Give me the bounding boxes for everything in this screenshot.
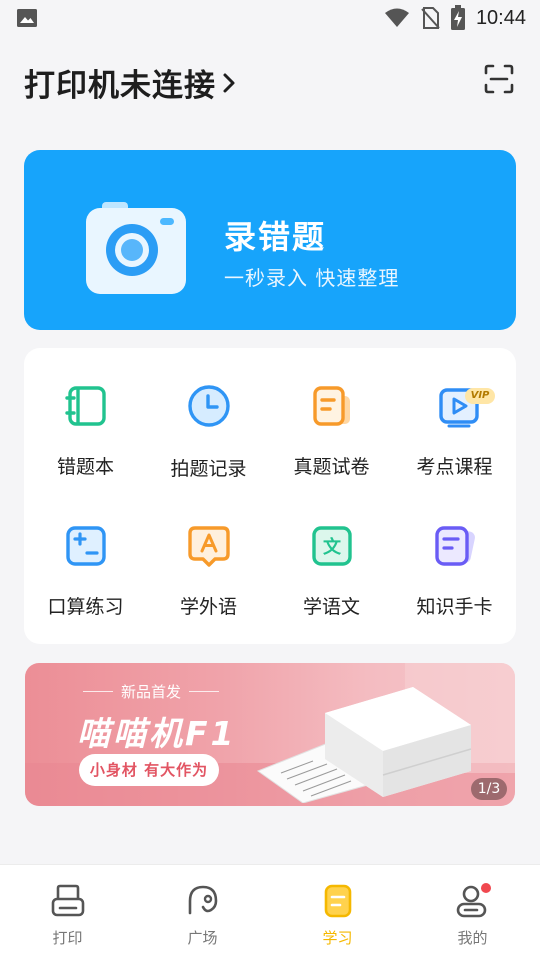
battery-charging-icon <box>450 5 465 30</box>
feature-foreign-language[interactable]: 学外语 <box>147 488 270 618</box>
tab-study[interactable]: 学习 <box>270 865 405 960</box>
banner-page-indicator: 1/3 <box>471 778 507 800</box>
banner-title: 喵喵机F1 <box>77 714 237 753</box>
chevron-right-icon <box>223 73 235 92</box>
record-mistakes-card[interactable]: 录错题 一秒录入 快速整理 <box>24 150 516 330</box>
scan-icon[interactable] <box>484 64 514 94</box>
status-bar: 10:44 <box>0 0 540 36</box>
notebook-icon <box>65 386 106 426</box>
image-notification-icon <box>17 9 37 27</box>
printer-icon <box>51 884 85 917</box>
notification-dot <box>481 883 491 893</box>
svg-text:文: 文 <box>323 536 342 558</box>
clock-icon <box>188 385 230 427</box>
promo-banner[interactable]: 新品首发 喵喵机F1 小身材 有大作为 1/3 <box>25 663 515 806</box>
hero-title: 录错题 <box>224 218 327 256</box>
printer-connection-link[interactable]: 打印机未连接 <box>24 60 238 105</box>
calculator-icon <box>66 526 106 566</box>
feature-label: 拍题记录 <box>170 458 247 480</box>
feature-mental-math[interactable]: 口算练习 <box>24 488 147 618</box>
feature-label: 学语文 <box>302 596 360 618</box>
feature-chinese-language[interactable]: 文 学语文 <box>270 488 393 618</box>
printer-status-title: 打印机未连接 <box>24 68 216 104</box>
hero-subtitle: 一秒录入 快速整理 <box>224 266 400 290</box>
feature-label: 考点课程 <box>416 456 493 478</box>
square-community-icon <box>188 885 218 915</box>
tab-label: 打印 <box>52 929 83 947</box>
tab-square[interactable]: 广场 <box>135 865 270 960</box>
header: 打印机未连接 <box>0 56 540 108</box>
banner-subtitle: 新品首发 <box>120 683 181 701</box>
feature-mistake-notebook[interactable]: 错题本 <box>24 348 147 478</box>
feature-label: 知识手卡 <box>416 596 493 618</box>
banner-divider <box>82 691 113 692</box>
flashcard-icon <box>435 526 475 566</box>
tab-print[interactable]: 打印 <box>0 865 135 960</box>
feature-grid: 错题本 拍题记录 真题试卷 VIP 考点课程 口算练习 学外语 文 学语文 知识… <box>24 348 516 644</box>
feature-label: 口算练习 <box>47 596 124 618</box>
banner-subtitle-row: 新品首发 <box>81 681 221 702</box>
feature-flashcards[interactable]: 知识手卡 <box>393 488 516 618</box>
banner-divider <box>189 691 219 692</box>
feature-photo-records[interactable]: 拍题记录 <box>147 348 270 480</box>
tab-label: 我的 <box>457 929 488 947</box>
foreign-language-icon <box>188 526 230 567</box>
vip-badge: VIP <box>465 388 495 404</box>
status-time: 10:44 <box>475 6 526 29</box>
exam-paper-icon <box>313 386 350 426</box>
study-icon <box>324 884 352 918</box>
feature-exam-papers[interactable]: 真题试卷 <box>270 348 393 478</box>
tab-profile[interactable]: 我的 <box>405 865 540 960</box>
feature-label: 错题本 <box>56 456 114 478</box>
wifi-icon <box>384 8 409 27</box>
feature-key-courses[interactable]: VIP 考点课程 <box>393 348 516 478</box>
feature-label: 学外语 <box>179 596 237 618</box>
banner-tagline: 小身材 有大作为 <box>79 754 219 786</box>
printer-product-image <box>256 687 472 803</box>
tab-label: 学习 <box>322 929 353 947</box>
chinese-language-icon: 文 <box>312 526 352 566</box>
bottom-tab-bar: 打印 广场 学习 我的 <box>0 864 540 960</box>
tab-label: 广场 <box>187 929 218 947</box>
camera-icon <box>86 202 186 294</box>
feature-label: 真题试卷 <box>293 456 370 478</box>
no-sim-icon <box>421 7 440 29</box>
